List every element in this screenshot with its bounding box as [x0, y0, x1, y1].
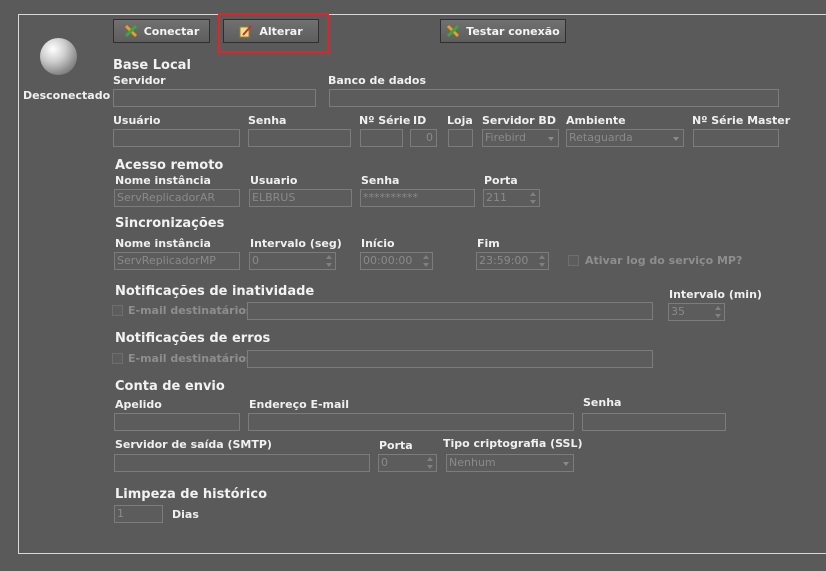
- cripto-select[interactable]: Nenhum: [446, 454, 574, 472]
- spinner-arrows-icon[interactable]: [538, 255, 546, 267]
- notif-erros-email-field[interactable]: [247, 350, 653, 368]
- sync-fim-spinner[interactable]: 23:59:00: [476, 252, 549, 270]
- sync-fim-value: 23:59:00: [479, 254, 529, 267]
- sync-inicio-value: 00:00:00: [363, 254, 413, 267]
- notif-inatividade-email-label: E-mail destinatários: [128, 304, 253, 317]
- banco-field[interactable]: [329, 89, 779, 107]
- ar-senha-field[interactable]: **********: [360, 189, 475, 207]
- section-sincronizacoes: Sincronizações: [115, 216, 225, 231]
- globe-icon: [40, 38, 77, 75]
- chevron-down-icon: [673, 137, 679, 141]
- nserie-master-field[interactable]: [693, 129, 779, 147]
- spinner-arrows-icon[interactable]: [422, 255, 430, 267]
- ar-porta-label: Porta: [484, 174, 518, 187]
- spinner-arrows-icon[interactable]: [529, 192, 537, 204]
- test-connection-button[interactable]: Testar conexão: [440, 19, 566, 43]
- section-notif-erros: Notificações de erros: [115, 331, 271, 346]
- conta-senha-field[interactable]: [582, 413, 726, 431]
- cripto-value: Nenhum: [449, 456, 496, 469]
- banco-label: Banco de dados: [328, 74, 426, 87]
- ar-instancia-field[interactable]: ServReplicadorAR: [114, 189, 240, 207]
- servidor-bd-select[interactable]: Firebird: [482, 129, 559, 147]
- connection-status: Desconectado: [23, 89, 111, 102]
- spinner-arrows-icon[interactable]: [325, 255, 333, 267]
- ar-usuario-field[interactable]: ELBRUS: [249, 189, 352, 207]
- smtp-porta-label: Porta: [379, 439, 413, 452]
- ar-instancia-label: Nome instância: [115, 174, 211, 187]
- smtp-label: Servidor de saída (SMTP): [115, 438, 272, 451]
- notif-erros-email-label: E-mail destinatários: [128, 352, 253, 365]
- sync-fim-label: Fim: [477, 237, 500, 250]
- apelido-field[interactable]: [114, 413, 240, 431]
- nserie-label: Nº Série: [359, 114, 411, 127]
- section-notif-inatividade: Notificações de inatividade: [115, 284, 315, 299]
- usuario-label: Usuário: [113, 114, 161, 127]
- smtp-porta-spinner[interactable]: 0: [378, 454, 437, 472]
- notif-erros-checkbox[interactable]: [112, 353, 123, 364]
- connect-button-label: Conectar: [143, 24, 200, 38]
- smtp-field[interactable]: [114, 454, 370, 472]
- sync-intervalo-label: Intervalo (seg): [250, 237, 342, 250]
- ambiente-select[interactable]: Retaguarda: [566, 129, 684, 147]
- section-acesso-remoto: Acesso remoto: [115, 158, 224, 173]
- servidor-bd-label: Servidor BD: [482, 114, 556, 127]
- sync-instancia-label: Nome instância: [115, 237, 211, 250]
- ambiente-value: Retaguarda: [569, 131, 633, 144]
- notif-inatividade-checkbox[interactable]: [112, 305, 123, 316]
- notif-intervalo-label: Intervalo (min): [669, 288, 762, 301]
- notif-intervalo-value: 35: [671, 305, 685, 318]
- log-mp-checkbox[interactable]: [568, 255, 579, 266]
- chevron-down-icon: [563, 462, 569, 466]
- loja-label: Loja: [447, 114, 473, 127]
- senha-label: Senha: [248, 114, 287, 127]
- nserie-field[interactable]: [360, 129, 403, 147]
- limpeza-dias-label: Dias: [172, 508, 199, 521]
- id-field[interactable]: 0: [410, 129, 437, 147]
- ar-porta-value: 211: [486, 191, 507, 204]
- test-connection-icon: [447, 24, 460, 38]
- apelido-label: Apelido: [115, 398, 162, 411]
- ar-porta-spinner[interactable]: 211: [483, 189, 540, 207]
- smtp-porta-value: 0: [381, 456, 388, 469]
- servidor-label: Servidor: [113, 74, 166, 87]
- ar-senha-label: Senha: [361, 174, 400, 187]
- usuario-field[interactable]: [113, 129, 240, 147]
- spinner-arrows-icon[interactable]: [426, 457, 434, 469]
- conta-senha-label: Senha: [583, 396, 622, 409]
- servidor-bd-value: Firebird: [485, 131, 526, 144]
- senha-field[interactable]: [248, 129, 351, 147]
- log-mp-label: Ativar log do serviço MP?: [585, 254, 743, 267]
- chevron-down-icon: [548, 137, 554, 141]
- notif-intervalo-spinner[interactable]: 35: [668, 303, 725, 321]
- email-endereco-field[interactable]: [248, 413, 574, 431]
- sync-inicio-spinner[interactable]: 00:00:00: [360, 252, 433, 270]
- loja-field[interactable]: [448, 129, 473, 147]
- sync-intervalo-value: 0: [252, 254, 259, 267]
- spinner-arrows-icon[interactable]: [714, 306, 722, 318]
- sync-inicio-label: Início: [361, 237, 395, 250]
- sync-intervalo-spinner[interactable]: 0: [249, 252, 336, 270]
- alter-highlight-box: [218, 13, 329, 53]
- sync-instancia-field[interactable]: ServReplicadorMP: [114, 252, 240, 270]
- ambiente-label: Ambiente: [566, 114, 626, 127]
- test-connection-label: Testar conexão: [466, 24, 560, 38]
- section-base-local: Base Local: [113, 58, 191, 73]
- section-conta-envio: Conta de envio: [115, 379, 225, 394]
- notif-inatividade-email-field[interactable]: [247, 302, 653, 320]
- ar-usuario-label: Usuario: [250, 174, 298, 187]
- connect-icon: [124, 24, 137, 38]
- cripto-label: Tipo criptografia (SSL): [443, 437, 583, 450]
- nserie-master-label: Nº Série Master: [692, 114, 791, 127]
- id-label: ID: [413, 114, 427, 127]
- email-endereco-label: Endereço E-mail: [249, 398, 349, 411]
- servidor-field[interactable]: [113, 89, 316, 107]
- section-limpeza: Limpeza de histórico: [115, 487, 268, 502]
- connect-button[interactable]: Conectar: [113, 19, 210, 43]
- limpeza-dias-field[interactable]: 1: [114, 505, 163, 523]
